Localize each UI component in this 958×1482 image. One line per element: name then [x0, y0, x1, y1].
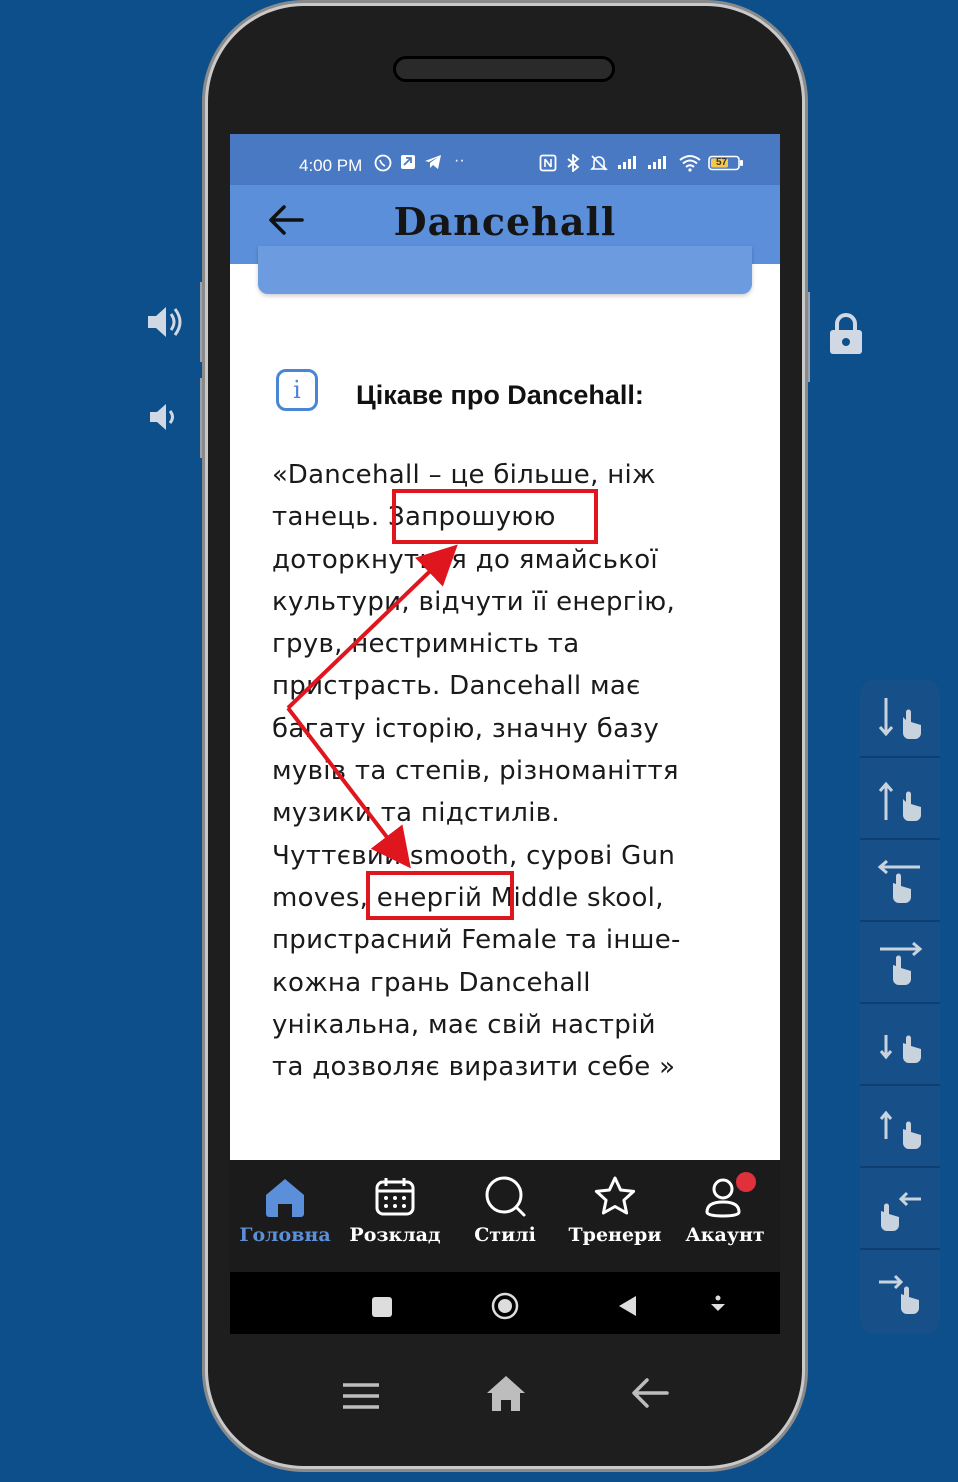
status-bar: 4:00 PM ·· 57 [230, 134, 780, 185]
swipe-left-gesture-button[interactable] [860, 844, 940, 922]
quote-line: пристрасть. Dancehall має [272, 671, 641, 702]
nav-label: Акаунт [685, 1224, 765, 1246]
nav-item-home[interactable]: Головна [230, 1174, 340, 1246]
quote-line: танець. Запрошуюю [272, 502, 556, 533]
side-button-left [200, 378, 204, 458]
system-nav-bar [230, 1272, 780, 1334]
swipe-up-icon [878, 781, 921, 821]
quote-line: доторкнутися до ямайської [272, 544, 658, 575]
scroll-right-icon [879, 1274, 919, 1314]
quote-text: «Dancehall – це більше, ніж танець. Запр… [272, 454, 752, 1088]
home-icon [230, 1174, 340, 1224]
quote-line: мувів та степів, різноманіття [272, 756, 679, 787]
scroll-up-gesture-button[interactable] [860, 1090, 940, 1168]
quote-line: moves, енергій Middle skool, [272, 882, 664, 913]
scroll-down-gesture-button[interactable] [860, 1008, 940, 1086]
phone-bottom-bar [208, 1361, 802, 1431]
lock-icon[interactable] [828, 312, 864, 360]
nav-label: Розклад [349, 1224, 441, 1246]
quote-line: унікальна, має свій настрій [272, 1009, 656, 1040]
quote-line: та дозволяє виразити себе » [272, 1052, 676, 1083]
volume-up-icon[interactable] [144, 302, 184, 346]
viber-icon [374, 154, 392, 177]
nav-item-schedule[interactable]: Розклад [340, 1174, 450, 1246]
nfc-icon [539, 154, 557, 177]
calendar-icon [340, 1174, 450, 1224]
info-title: Цікаве про Dancehall: [356, 380, 644, 410]
bluetooth-icon [566, 153, 580, 177]
nav-item-styles[interactable]: Стилі [450, 1174, 560, 1246]
wifi-icon [678, 154, 702, 177]
nav-label: Стилі [474, 1224, 536, 1246]
bottom-nav: Головна Розклад Стилі Тренери Акаунт [230, 1160, 780, 1272]
back-triangle-icon[interactable] [616, 1294, 638, 1322]
phone-frame: 4:00 PM ·· 57 Dancehall i Цікаве про Dan… [208, 6, 802, 1466]
quote-line: багату історію, значну базу [272, 713, 660, 744]
nav-item-trainers[interactable]: Тренери [560, 1174, 670, 1246]
keyboard-hide-icon[interactable] [708, 1294, 728, 1320]
scroll-left-gesture-button[interactable] [860, 1172, 940, 1250]
info-icon: i [276, 369, 318, 411]
swipe-right-gesture-button[interactable] [860, 926, 940, 1004]
gesture-panel [860, 680, 940, 1334]
status-time: 4:00 PM [299, 156, 363, 175]
star-icon [560, 1174, 670, 1224]
back-arrow-icon[interactable] [631, 1377, 669, 1413]
recents-icon[interactable] [372, 1297, 392, 1317]
app-icon [400, 154, 416, 175]
quote-line: «Dancehall – це більше, ніж [272, 460, 656, 490]
telegram-icon [424, 154, 442, 175]
nav-label: Головна [239, 1224, 331, 1246]
more-dots-icon: ·· [454, 152, 465, 169]
mute-icon [590, 154, 608, 177]
previous-card[interactable] [258, 246, 752, 294]
side-button-left [200, 282, 204, 362]
notification-badge [736, 1172, 756, 1192]
nav-label: Тренери [568, 1224, 662, 1246]
quote-line: грув, нестримність та [272, 629, 580, 660]
swipe-down-icon [878, 698, 921, 739]
scroll-left-icon [881, 1191, 921, 1231]
menu-icon[interactable] [342, 1381, 380, 1415]
home-button-icon[interactable] [491, 1292, 519, 1324]
side-button-right [806, 292, 810, 382]
scroll-right-gesture-button[interactable] [860, 1254, 940, 1332]
swipe-down-gesture-button[interactable] [860, 680, 940, 758]
screen: 4:00 PM ·· 57 Dancehall i Цікаве про Dan… [230, 134, 780, 1334]
speaker-grille [393, 56, 615, 82]
quote-line: кожна грань Dancehall [272, 967, 591, 998]
scroll-up-icon [879, 1110, 921, 1149]
swipe-up-gesture-button[interactable] [860, 762, 940, 840]
quote-line: Чуттєвий smooth, сурові Gun [272, 840, 676, 871]
nav-item-account[interactable]: Акаунт [670, 1172, 780, 1246]
swipe-left-icon [877, 859, 920, 903]
signal-icon [646, 154, 672, 175]
quote-line: культури, відчути її енергію, [272, 586, 676, 617]
search-icon [450, 1174, 560, 1224]
home-icon[interactable] [485, 1373, 527, 1417]
user-icon [670, 1174, 780, 1224]
battery-level: 57 [716, 157, 728, 168]
quote-line: музики та підстилів. [272, 798, 560, 829]
swipe-right-icon [880, 941, 923, 985]
volume-down-icon[interactable] [148, 400, 182, 438]
quote-line: пристрасний Female та інше- [272, 925, 681, 956]
page-title: Dancehall [393, 199, 617, 244]
signal-icon [616, 154, 642, 175]
scroll-down-icon [879, 1035, 921, 1063]
